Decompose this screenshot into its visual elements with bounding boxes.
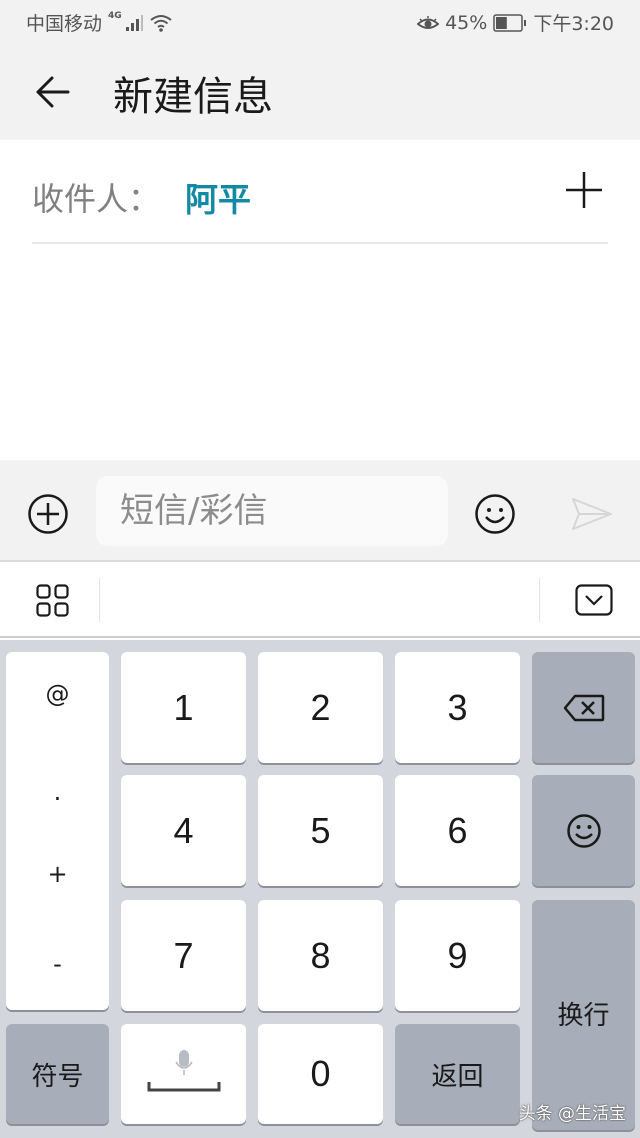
key-3[interactable]: 3 bbox=[395, 652, 520, 763]
watermark: 头条 @生活宝 bbox=[518, 1104, 626, 1124]
battery-percent: 45% bbox=[445, 11, 488, 34]
recipient-chip[interactable]: 阿平 bbox=[185, 173, 251, 221]
key-at[interactable]: @ bbox=[6, 680, 109, 708]
recipient-field[interactable]: 收件人： 阿平 bbox=[32, 140, 608, 244]
wifi-icon bbox=[150, 14, 172, 32]
clock: 下午3:20 bbox=[533, 13, 614, 35]
symbol-key[interactable]: 符号 bbox=[6, 1024, 109, 1124]
arrow-left-icon[interactable] bbox=[30, 70, 80, 114]
key-6[interactable]: 6 bbox=[395, 775, 520, 886]
smiley-icon[interactable] bbox=[474, 493, 516, 535]
carrier-name: 中国移动 bbox=[26, 13, 103, 35]
key-7[interactable]: 7 bbox=[121, 900, 246, 1011]
send-icon[interactable] bbox=[570, 496, 614, 532]
app-bar: 新建信息 bbox=[0, 42, 640, 140]
key-dot[interactable]: . bbox=[6, 778, 109, 806]
key-9[interactable]: 9 bbox=[395, 900, 520, 1011]
plus-icon[interactable] bbox=[564, 170, 604, 210]
message-composer bbox=[0, 460, 640, 562]
space-key[interactable] bbox=[121, 1024, 246, 1124]
key-2[interactable]: 2 bbox=[258, 652, 383, 763]
grid-icon[interactable] bbox=[36, 584, 70, 618]
key-plus[interactable]: + bbox=[6, 860, 109, 888]
key-0[interactable]: 0 bbox=[258, 1024, 383, 1124]
backspace-key[interactable] bbox=[532, 652, 635, 763]
enter-key[interactable]: 换行 bbox=[532, 900, 635, 1130]
status-bar: 中国移动 4G 45% 下午3:20 bbox=[0, 0, 640, 42]
signal-bars-icon bbox=[125, 14, 143, 31]
symbol-column: @ . + - bbox=[6, 652, 109, 1010]
key-1[interactable]: 1 bbox=[121, 652, 246, 763]
numeric-keyboard: @ . + - 1 2 3 4 5 6 7 8 9 换行 符号 0 返回 头条 … bbox=[0, 640, 640, 1138]
back-key[interactable]: 返回 bbox=[395, 1024, 520, 1124]
backspace-icon bbox=[563, 694, 604, 721]
recipient-label: 收件人： bbox=[32, 180, 161, 218]
plus-circle-icon[interactable] bbox=[27, 493, 69, 535]
message-input[interactable] bbox=[96, 476, 448, 546]
network-type: 4G bbox=[108, 10, 122, 21]
battery-icon bbox=[493, 13, 527, 32]
keyboard-toolbar bbox=[0, 562, 640, 638]
key-minus[interactable]: - bbox=[6, 950, 109, 978]
eye-comfort-icon bbox=[417, 15, 440, 29]
chevron-down-box-icon[interactable] bbox=[575, 584, 613, 616]
toolbar-divider bbox=[99, 578, 100, 622]
smiley-icon bbox=[566, 813, 601, 848]
toolbar-divider bbox=[539, 578, 540, 622]
page-title: 新建信息 bbox=[113, 74, 273, 120]
status-right: 45% 下午3:20 bbox=[417, 9, 614, 36]
key-5[interactable]: 5 bbox=[258, 775, 383, 886]
key-4[interactable]: 4 bbox=[121, 775, 246, 886]
microphone-space-icon bbox=[147, 1050, 220, 1092]
emoji-key[interactable] bbox=[532, 775, 635, 886]
key-8[interactable]: 8 bbox=[258, 900, 383, 1011]
status-left: 中国移动 4G bbox=[26, 9, 172, 36]
